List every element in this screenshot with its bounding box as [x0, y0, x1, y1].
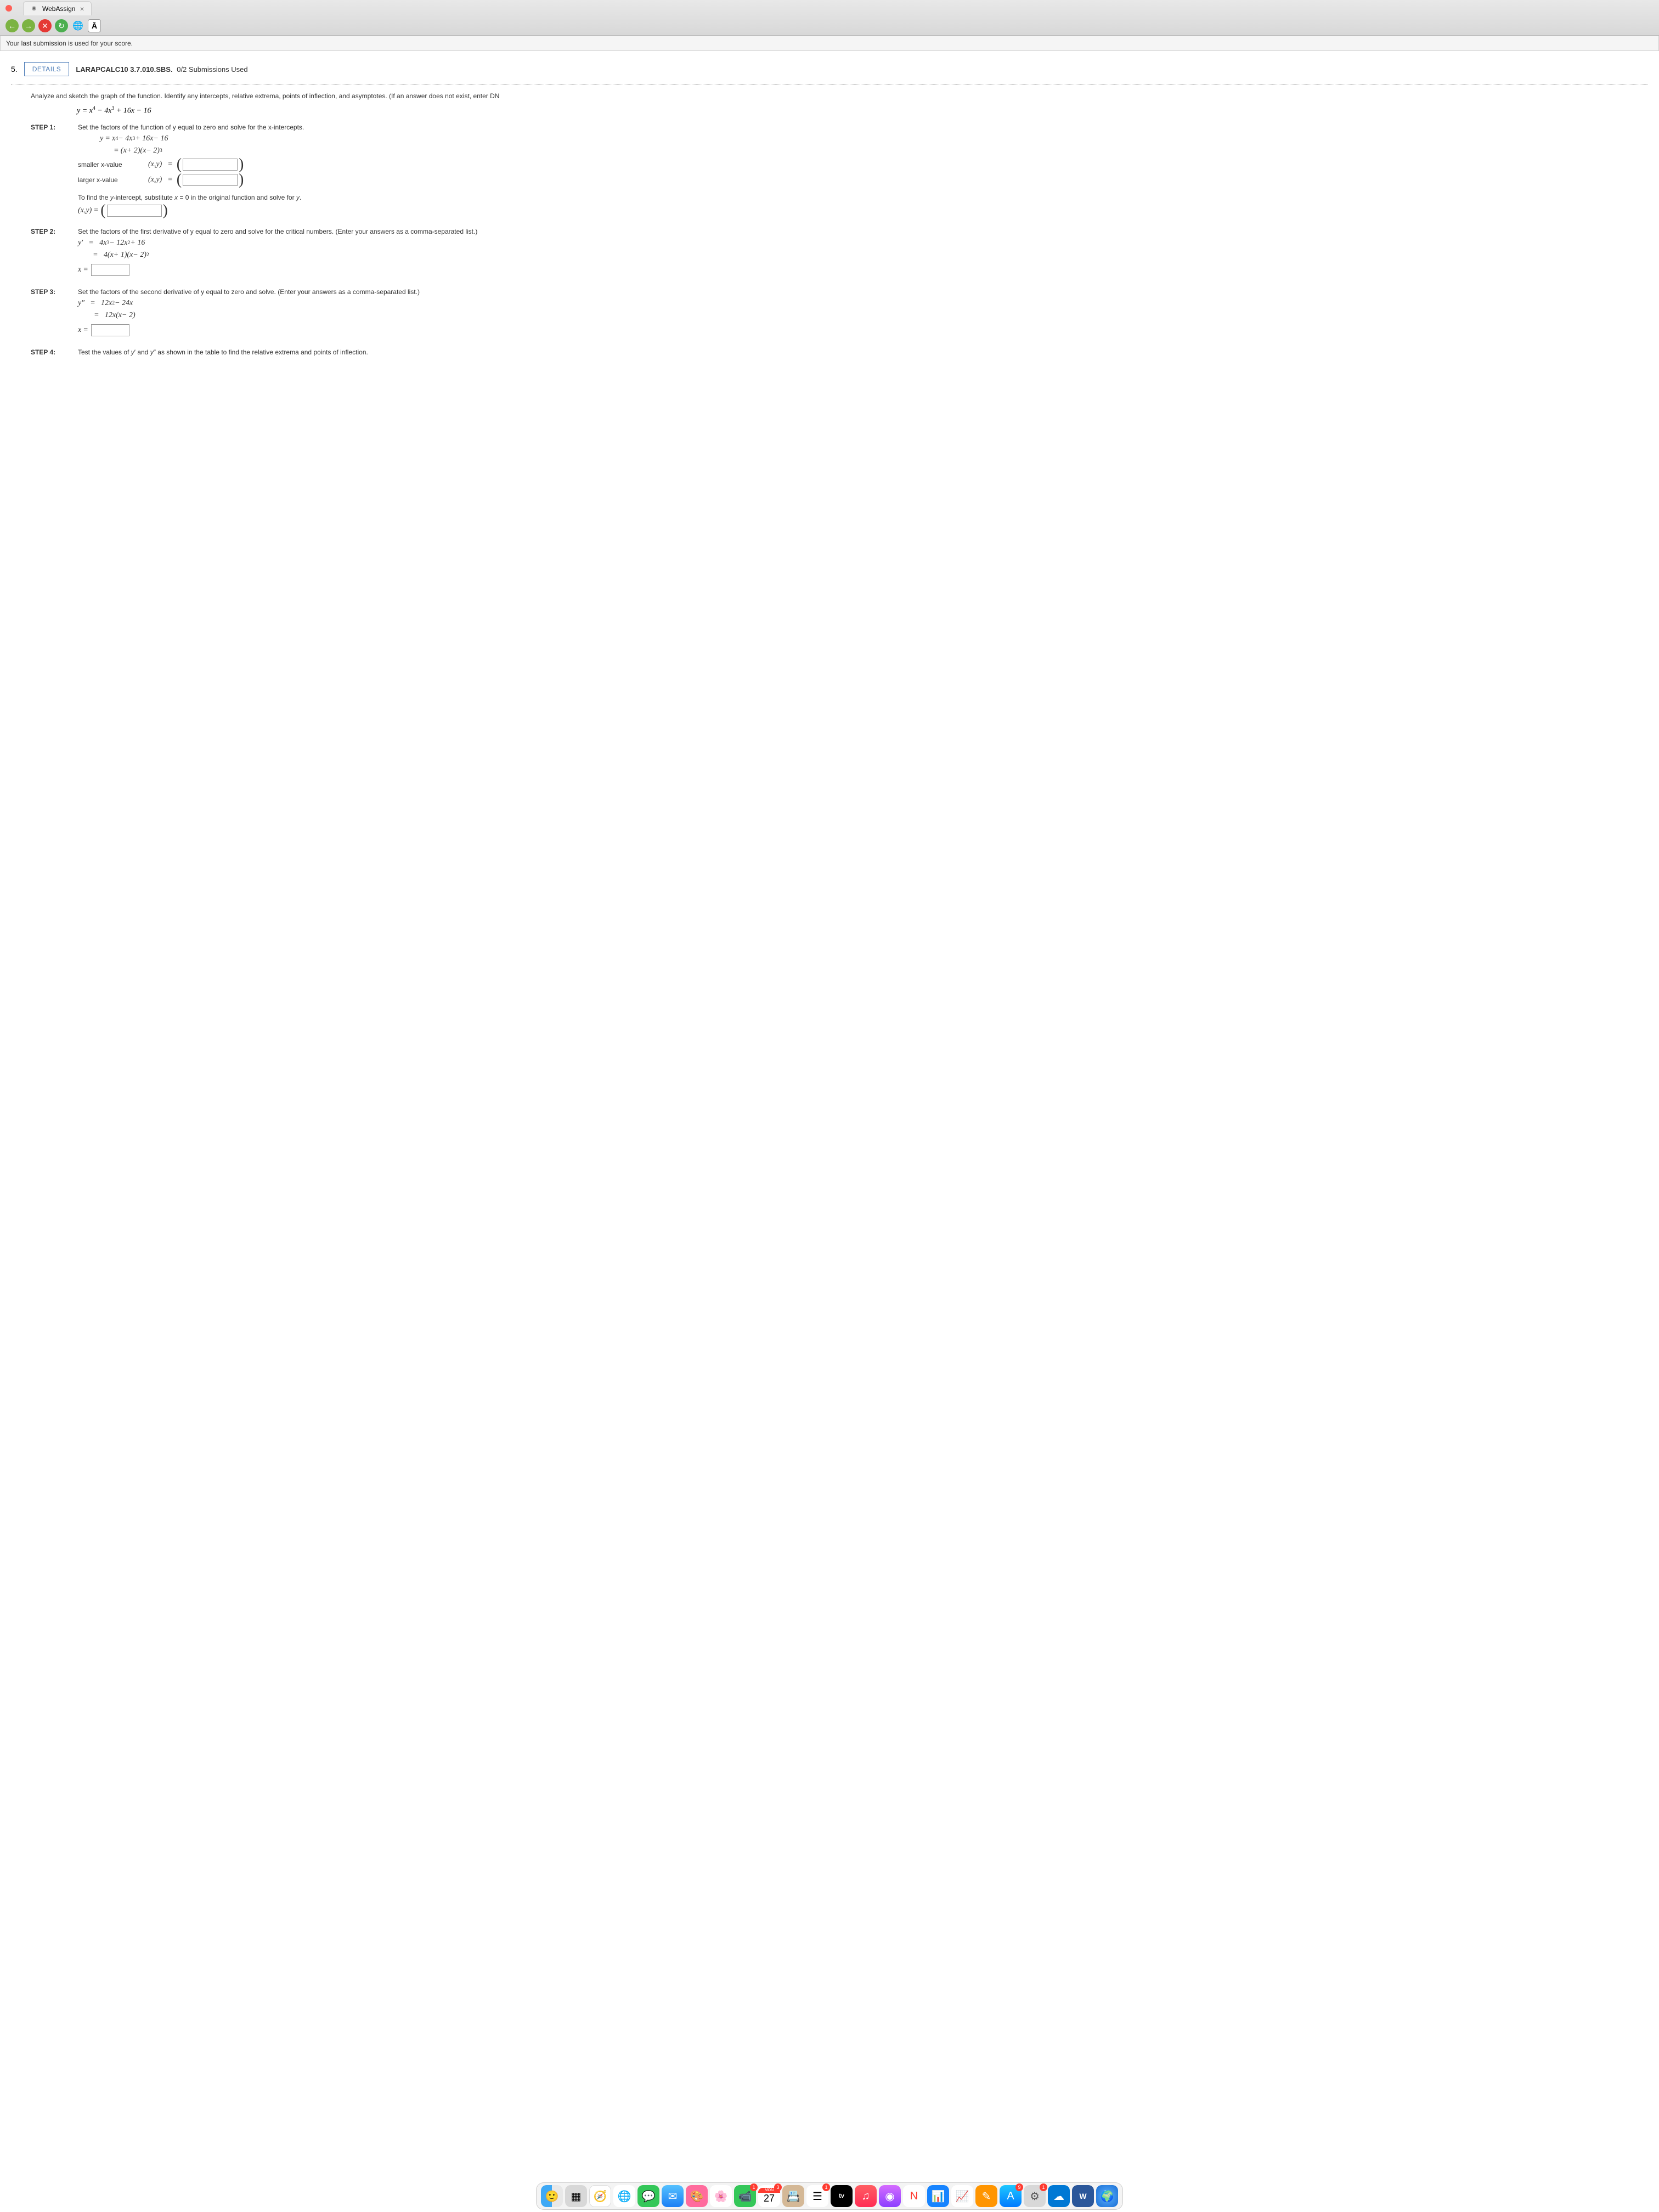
step2-eq2: = 4(x + 1)(x − 2)2 — [78, 251, 1648, 259]
y-intercept-input[interactable] — [107, 205, 162, 217]
step-3-label: STEP 3: — [31, 288, 69, 341]
reminders-badge: 1 — [822, 2183, 830, 2191]
stop-button[interactable]: ✕ — [38, 19, 52, 32]
second-deriv-input[interactable] — [91, 324, 129, 336]
calendar-icon[interactable]: MON 27 3 — [758, 2185, 780, 2207]
step3-eq2: = 12x(x − 2) — [78, 311, 1648, 320]
chrome-icon[interactable]: 🌐 — [613, 2185, 635, 2207]
tv-label: tv — [839, 2193, 844, 2199]
messages-icon[interactable]: 💬 — [637, 2185, 659, 2207]
appstore-badge: 9 — [1015, 2183, 1023, 2191]
calendar-day: 27 — [764, 2193, 775, 2204]
step-3: STEP 3: Set the factors of the second de… — [11, 288, 1648, 341]
tab-close-icon[interactable]: × — [80, 4, 84, 13]
smaller-x-input[interactable] — [183, 159, 238, 171]
browser-toolbar: ← → ✕ ↻ 🌐 Ā — [0, 16, 1659, 35]
settings-badge: 1 — [1040, 2183, 1047, 2191]
launchpad-icon[interactable]: ▦ — [565, 2185, 587, 2207]
appstore-icon[interactable]: A9 — [1000, 2185, 1022, 2207]
smaller-x-label: smaller x-value — [78, 161, 138, 168]
step3-eq1: y″ = 12x2 − 24x — [78, 299, 1648, 308]
main-function: y = x4 − 4x3 + 16x − 16 — [11, 105, 1648, 116]
submissions-used: 0/2 Submissions Used — [177, 65, 247, 74]
music-icon[interactable]: ♫ — [855, 2185, 877, 2207]
tab-favicon-icon: ◉ — [30, 5, 38, 13]
question-header: 5. DETAILS LARAPCALC10 3.7.010.SBS. 0/2 … — [11, 62, 1648, 76]
safari-icon[interactable]: 🧭 — [589, 2185, 611, 2207]
facetime-icon[interactable]: 📹1 — [734, 2185, 756, 2207]
step-4-text: Test the values of y′ and y″ as shown in… — [78, 348, 368, 356]
reader-button[interactable]: Ā — [88, 19, 101, 32]
step3-x-row: x = — [78, 324, 1648, 336]
finder-icon[interactable]: 🙂 — [541, 2185, 563, 2207]
instructions: Analyze and sketch the graph of the func… — [11, 92, 1648, 100]
step2-x-row: x = — [78, 264, 1648, 276]
browser-chrome: ◉ WebAssign × ← → ✕ ↻ 🌐 Ā — [0, 0, 1659, 36]
tab-bar: ◉ WebAssign × — [0, 0, 1659, 16]
larger-x-input[interactable] — [183, 174, 238, 186]
step1-eq1: y = x4 − 4x3 + 16x − 16 — [78, 134, 1648, 143]
facetime-badge: 1 — [750, 2183, 758, 2191]
step-4-label: STEP 4: — [31, 348, 69, 356]
problem-code-text: LARAPCALC10 3.7.010.SBS. — [76, 65, 172, 74]
keynote-icon[interactable]: 📊 — [927, 2185, 949, 2207]
critical-numbers-input[interactable] — [91, 264, 129, 276]
step-2-body: Set the factors of the first derivative … — [78, 228, 1648, 280]
forward-button[interactable]: → — [22, 19, 35, 32]
details-button[interactable]: DETAILS — [24, 62, 70, 76]
reminders-icon[interactable]: ☰1 — [806, 2185, 828, 2207]
appletv-icon[interactable]: tv — [831, 2185, 853, 2207]
tab-title: WebAssign — [42, 5, 75, 13]
page-content: 5. DETAILS LARAPCALC10 3.7.010.SBS. 0/2 … — [0, 51, 1659, 402]
site-icon[interactable]: 🌐 — [71, 19, 84, 32]
reload-button[interactable]: ↻ — [55, 19, 68, 32]
submission-banner: Your last submission is used for your sc… — [0, 36, 1659, 51]
contacts-icon[interactable]: 📇 — [782, 2185, 804, 2207]
step2-eq1: y′ = 4x3 − 12x2 + 16 — [78, 239, 1648, 247]
question-number: 5. — [11, 65, 18, 74]
window-close[interactable] — [5, 5, 12, 12]
dock: 🙂 ▦ 🧭 🌐 💬 ✉ 🎨 🌸 📹1 MON 27 3 📇 ☰1 tv ♫ ◉ … — [536, 2182, 1123, 2210]
step1-eq2: = (x + 2)(x − 2)3 — [78, 146, 1648, 155]
step-2-text: Set the factors of the first derivative … — [78, 228, 1648, 235]
larger-x-label: larger x-value — [78, 176, 138, 184]
step-2: STEP 2: Set the factors of the first der… — [11, 228, 1648, 280]
back-button[interactable]: ← — [5, 19, 19, 32]
step-1-text: Set the factors of the function of y equ… — [78, 123, 1648, 131]
mail-icon[interactable]: ✉ — [662, 2185, 684, 2207]
settings-icon[interactable]: ⚙1 — [1024, 2185, 1046, 2207]
step-2-label: STEP 2: — [31, 228, 69, 280]
pages-icon[interactable]: ✎ — [975, 2185, 997, 2207]
smaller-x-row: smaller x-value (x, y) = ( ) — [78, 159, 1648, 171]
step-1-body: Set the factors of the function of y equ… — [78, 123, 1648, 220]
step-3-body: Set the factors of the second derivative… — [78, 288, 1648, 341]
larger-x-row: larger x-value (x, y) = ( ) — [78, 174, 1648, 186]
step-3-text: Set the factors of the second derivative… — [78, 288, 1648, 296]
onedrive-icon[interactable]: ☁ — [1048, 2185, 1070, 2207]
problem-code: LARAPCALC10 3.7.010.SBS. 0/2 Submissions… — [76, 65, 247, 74]
browser-tab[interactable]: ◉ WebAssign × — [23, 1, 92, 15]
word-label: W — [1079, 2192, 1086, 2200]
step-4: STEP 4: Test the values of y′ and y″ as … — [11, 348, 1648, 356]
y-intercept-row: (x, y) = ( ) — [78, 205, 1648, 217]
padlet-icon[interactable]: 🎨 — [686, 2185, 708, 2207]
numbers-icon[interactable]: 📈 — [951, 2185, 973, 2207]
globe-icon[interactable]: 🌍 — [1096, 2185, 1118, 2207]
step-1-label: STEP 1: — [31, 123, 69, 220]
traffic-lights — [5, 5, 12, 12]
photos-icon[interactable]: 🌸 — [710, 2185, 732, 2207]
news-icon[interactable]: N — [903, 2185, 925, 2207]
dock-area: 🙂 ▦ 🧭 🌐 💬 ✉ 🎨 🌸 📹1 MON 27 3 📇 ☰1 tv ♫ ◉ … — [0, 2182, 1659, 2212]
y-intercept-text: To find the y-intercept, substitute x = … — [78, 194, 1648, 201]
step-4-body: Test the values of y′ and y″ as shown in… — [78, 348, 1648, 356]
calendar-badge: 3 — [774, 2183, 782, 2191]
word-icon[interactable]: W — [1072, 2185, 1094, 2207]
step-1: STEP 1: Set the factors of the function … — [11, 123, 1648, 220]
podcasts-icon[interactable]: ◉ — [879, 2185, 901, 2207]
